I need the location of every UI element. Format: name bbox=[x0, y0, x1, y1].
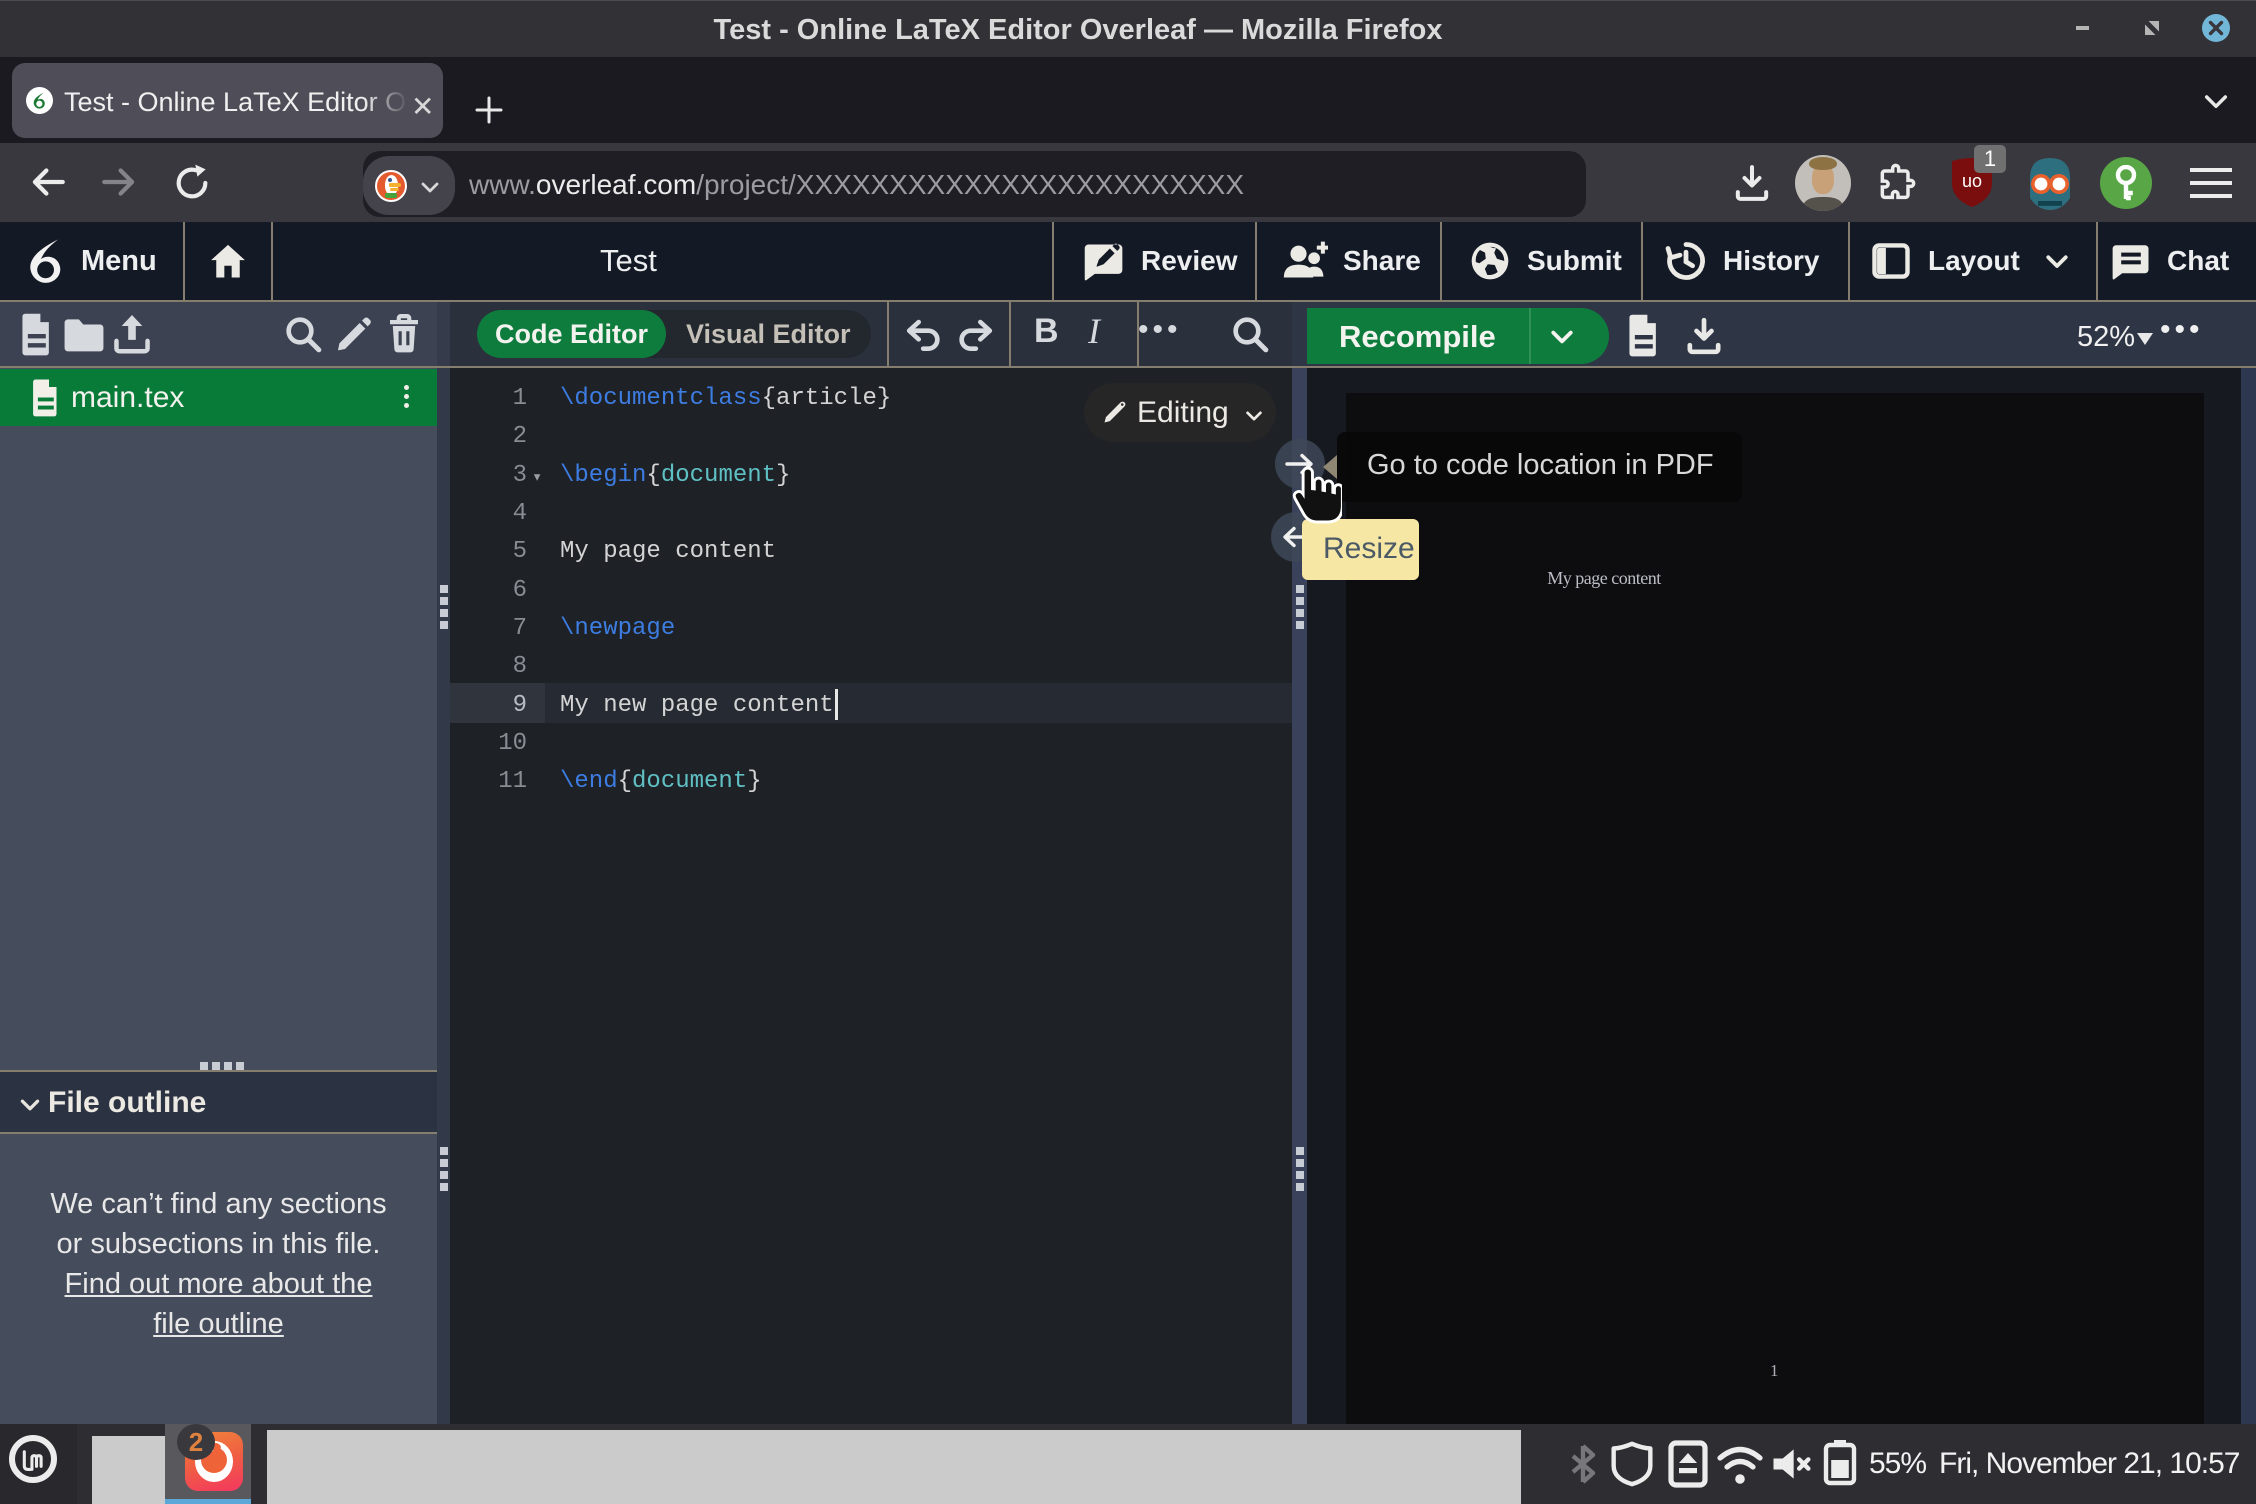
svg-text:uo: uo bbox=[1962, 171, 1982, 191]
